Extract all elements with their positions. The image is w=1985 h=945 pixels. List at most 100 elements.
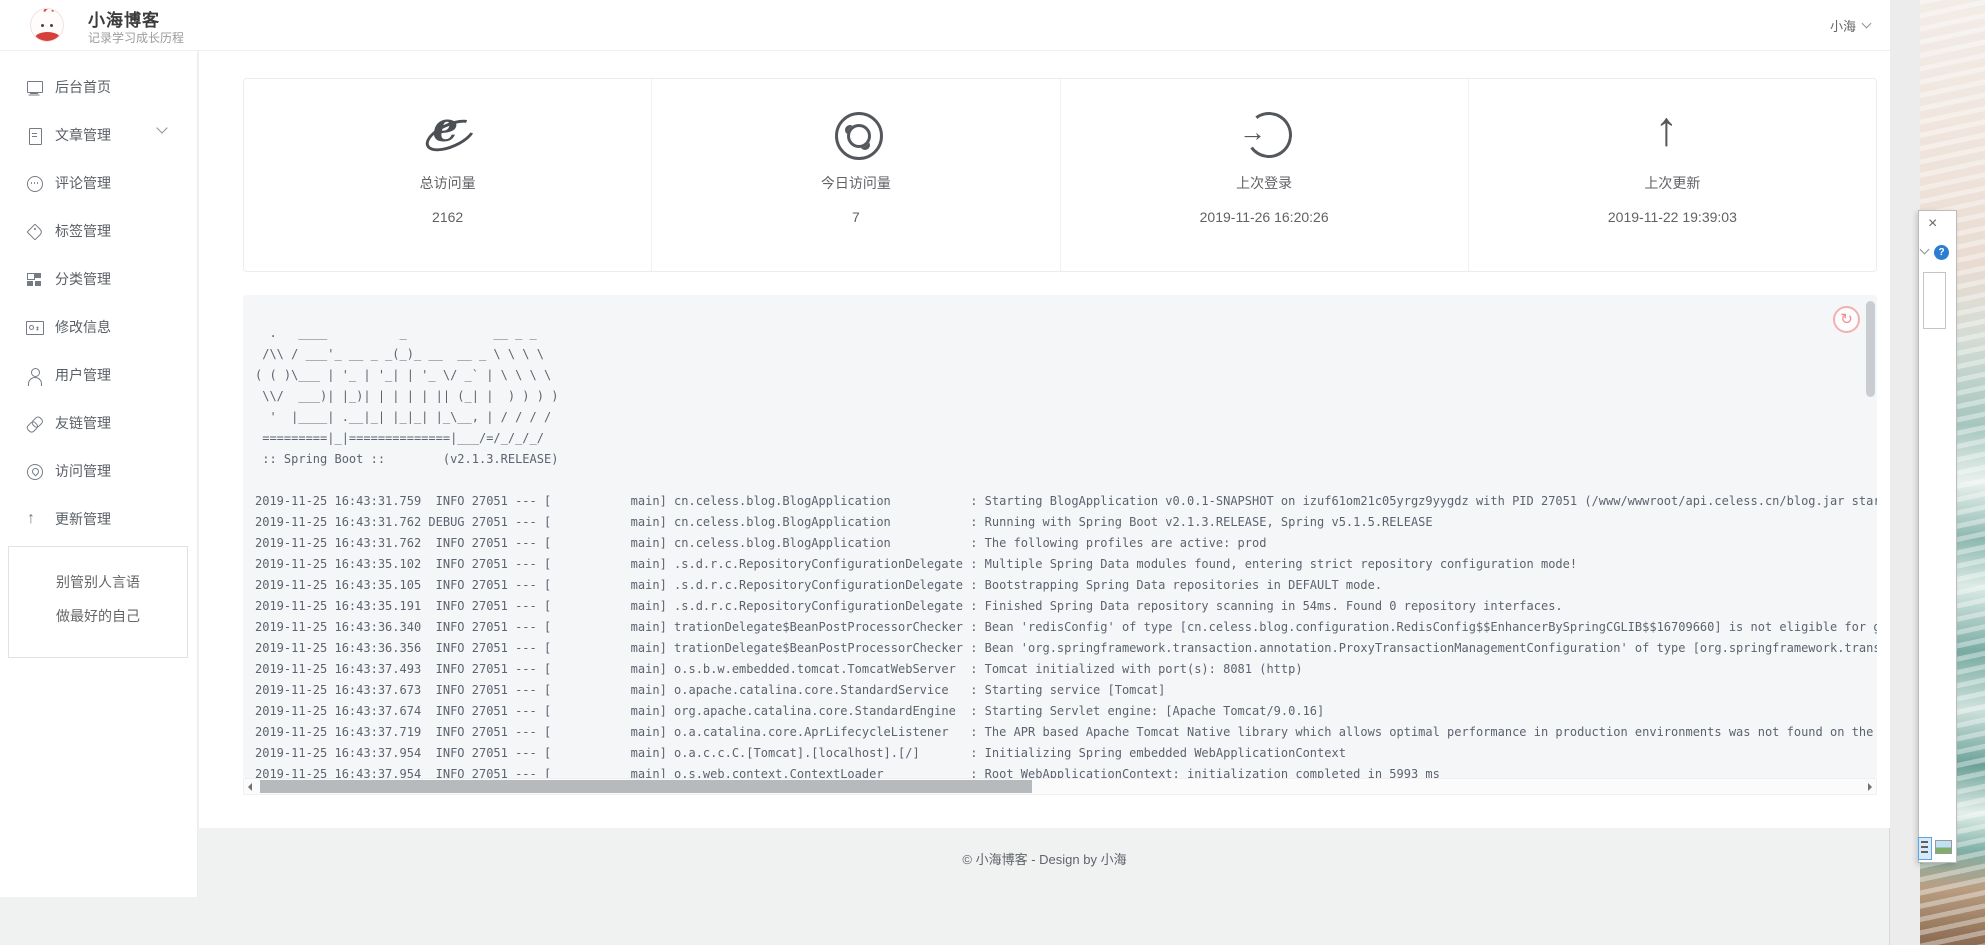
sidebar-menu-item[interactable]: 更新管理 — [0, 495, 197, 543]
menu-suffix-slot — [158, 79, 175, 96]
menu-item-label: 用户管理 — [55, 365, 111, 385]
menu-suffix-slot — [158, 415, 175, 432]
log-line: 2019-11-25 16:43:35.102 INFO 27051 --- [… — [255, 554, 1877, 575]
console-content: . ____ _ __ _ _ /\\ / ___'_ __ _ _(_)_ _… — [243, 295, 1877, 778]
avatar-eye — [50, 24, 53, 27]
sidebar-menu-item[interactable]: 标签管理 — [0, 207, 197, 255]
sidebar-menu-item[interactable]: 文章管理 — [0, 111, 197, 159]
user-icon — [26, 367, 43, 384]
scroll-left-arrow-icon[interactable] — [248, 783, 252, 791]
quote-line: 做最好的自己 — [9, 606, 187, 626]
log-line: 2019-11-25 16:43:35.191 INFO 27051 --- [… — [255, 596, 1877, 617]
stat-value: 2019-11-22 19:39:03 — [1469, 209, 1876, 225]
log-line: 2019-11-25 16:43:31.759 INFO 27051 --- [… — [255, 491, 1877, 512]
menu-item-label: 标签管理 — [55, 221, 111, 241]
banner-line: \\/ ___)| |_)| | | | | || (_| | ) ) ) ) — [255, 386, 1877, 407]
update-arrow-icon — [1649, 110, 1695, 156]
horizontal-scrollbar-thumb[interactable] — [260, 780, 1032, 793]
ie-browser-icon — [425, 110, 471, 156]
banner-line: :: Spring Boot :: (v2.1.3.RELEASE) — [255, 449, 1877, 470]
log-line: 2019-11-25 16:43:37.954 INFO 27051 --- [… — [255, 764, 1877, 778]
footer-copyright: © 小海博客 - Design by 小海 — [199, 849, 1890, 868]
panel-input-box[interactable] — [1923, 272, 1946, 329]
user-name: 小海 — [1830, 16, 1856, 35]
log-line: 2019-11-25 16:43:35.105 INFO 27051 --- [… — [255, 575, 1877, 596]
refresh-icon[interactable]: ↻ — [1833, 306, 1860, 333]
help-icon[interactable]: ? — [1934, 245, 1949, 260]
stat-label: 今日访问量 — [652, 173, 1059, 193]
sidebar-menu-item[interactable]: 修改信息 — [0, 303, 197, 351]
menu-suffix-slot — [158, 463, 175, 480]
banner-line: /\\ / ___'_ __ _ _(_)_ __ __ _ \ \ \ \ — [255, 344, 1877, 365]
menu-suffix-slot — [158, 175, 175, 192]
link-icon — [22, 411, 46, 435]
stat-card: 上次更新 2019-11-22 19:39:03 — [1469, 79, 1876, 271]
stat-card: 总访问量 2162 — [244, 79, 652, 271]
menu-suffix-slot — [158, 511, 175, 528]
menu-item-label: 友链管理 — [55, 413, 111, 433]
stat-label: 上次登录 — [1061, 173, 1468, 193]
sidebar-menu-item[interactable]: 评论管理 — [0, 159, 197, 207]
console-vertical-scrollbar[interactable] — [1865, 297, 1876, 775]
thumbnail-view-icon[interactable] — [1935, 840, 1952, 854]
user-dropdown[interactable]: 小海 — [1830, 0, 1870, 50]
login-arrow-icon — [1241, 110, 1287, 156]
banner-line: ' |____| .__|_| |_|_| |_\__, | / / / / — [255, 407, 1877, 428]
banner-line: . ____ _ __ _ _ — [255, 323, 1877, 344]
top-header: 小海博客 记录学习成长历程 小海 — [0, 0, 1890, 51]
menu-item-label: 后台首页 — [55, 77, 111, 97]
log-line: 2019-11-25 16:43:31.762 INFO 27051 --- [… — [255, 533, 1877, 554]
menu-item-label: 评论管理 — [55, 173, 111, 193]
sidebar-menu-item[interactable]: 访问管理 — [0, 447, 197, 495]
sidebar-menu-item[interactable]: 后台首页 — [0, 63, 197, 111]
quote-line: 别管别人言语 — [9, 572, 187, 592]
log-line: 2019-11-25 16:43:37.954 INFO 27051 --- [… — [255, 743, 1877, 764]
stat-card: 上次登录 2019-11-26 16:20:26 — [1061, 79, 1469, 271]
sidebar-menu-item[interactable]: 分类管理 — [0, 255, 197, 303]
stat-card: 今日访问量 7 — [652, 79, 1060, 271]
blog-admin-app: 小海博客 记录学习成长历程 小海 后台首页 文章管理 — [0, 0, 1890, 945]
site-title: 小海博客 — [88, 6, 160, 31]
sidebar-menu-item[interactable]: 友链管理 — [0, 399, 197, 447]
console-horizontal-scrollbar[interactable] — [243, 778, 1877, 795]
log-line: 2019-11-25 16:43:37.674 INFO 27051 --- [… — [255, 701, 1877, 722]
menu-item-label: 文章管理 — [55, 125, 111, 145]
menu-suffix-slot — [158, 319, 175, 336]
avatar-eye — [41, 24, 44, 27]
stat-value: 7 — [652, 209, 1059, 225]
menu-item-label: 访问管理 — [55, 461, 111, 481]
avatar-cape — [35, 32, 60, 42]
id-card-icon — [26, 319, 43, 336]
log-line: 2019-11-25 16:43:31.762 DEBUG 27051 --- … — [255, 512, 1877, 533]
chrome-browser-icon — [833, 110, 879, 156]
banner-line: ( ( )\___ | '_ | '_| | '_ \/ _` | \ \ \ … — [255, 365, 1877, 386]
ascii-banner: . ____ _ __ _ _ /\\ / ___'_ __ _ _(_)_ _… — [255, 323, 1877, 491]
menu-suffix-slot — [158, 271, 175, 288]
scroll-right-arrow-icon[interactable] — [1868, 783, 1872, 791]
spring-boot-log-console[interactable]: . ____ _ __ _ _ /\\ / ___'_ __ _ _(_)_ _… — [243, 295, 1877, 778]
monitor-icon — [26, 79, 43, 96]
chevron-down-icon[interactable] — [1920, 245, 1930, 255]
banner-line — [255, 470, 1877, 491]
site-logo-avatar[interactable] — [30, 8, 64, 42]
overlay-side-panel: × ? — [1918, 210, 1957, 863]
menu-item-label: 修改信息 — [55, 317, 111, 337]
vertical-scrollbar-thumb[interactable] — [1866, 301, 1875, 397]
sidebar-menu-item[interactable]: 用户管理 — [0, 351, 197, 399]
log-line: 2019-11-25 16:43:37.493 INFO 27051 --- [… — [255, 659, 1877, 680]
arrow-up-icon — [26, 511, 43, 528]
menu-suffix-slot — [158, 367, 175, 384]
close-icon[interactable]: × — [1928, 216, 1937, 232]
list-view-icon[interactable] — [1918, 837, 1932, 860]
stat-label: 上次更新 — [1469, 173, 1876, 193]
screen: 小海博客 记录学习成长历程 小海 后台首页 文章管理 — [0, 0, 1985, 945]
log-line: 2019-11-25 16:43:36.340 INFO 27051 --- [… — [255, 617, 1877, 638]
sidebar: 后台首页 文章管理 评论管理 标签管理 分类管理 — [0, 51, 198, 897]
banner-line: =========|_|==============|___/=/_/_/_/ — [255, 428, 1877, 449]
stat-value: 2019-11-26 16:20:26 — [1061, 209, 1468, 225]
log-lines: 2019-11-25 16:43:31.759 INFO 27051 --- [… — [255, 491, 1877, 778]
location-icon — [26, 463, 43, 480]
chevron-down-icon — [1862, 18, 1872, 28]
log-line: 2019-11-25 16:43:37.719 INFO 27051 --- [… — [255, 722, 1877, 743]
menu-item-label: 分类管理 — [55, 269, 111, 289]
